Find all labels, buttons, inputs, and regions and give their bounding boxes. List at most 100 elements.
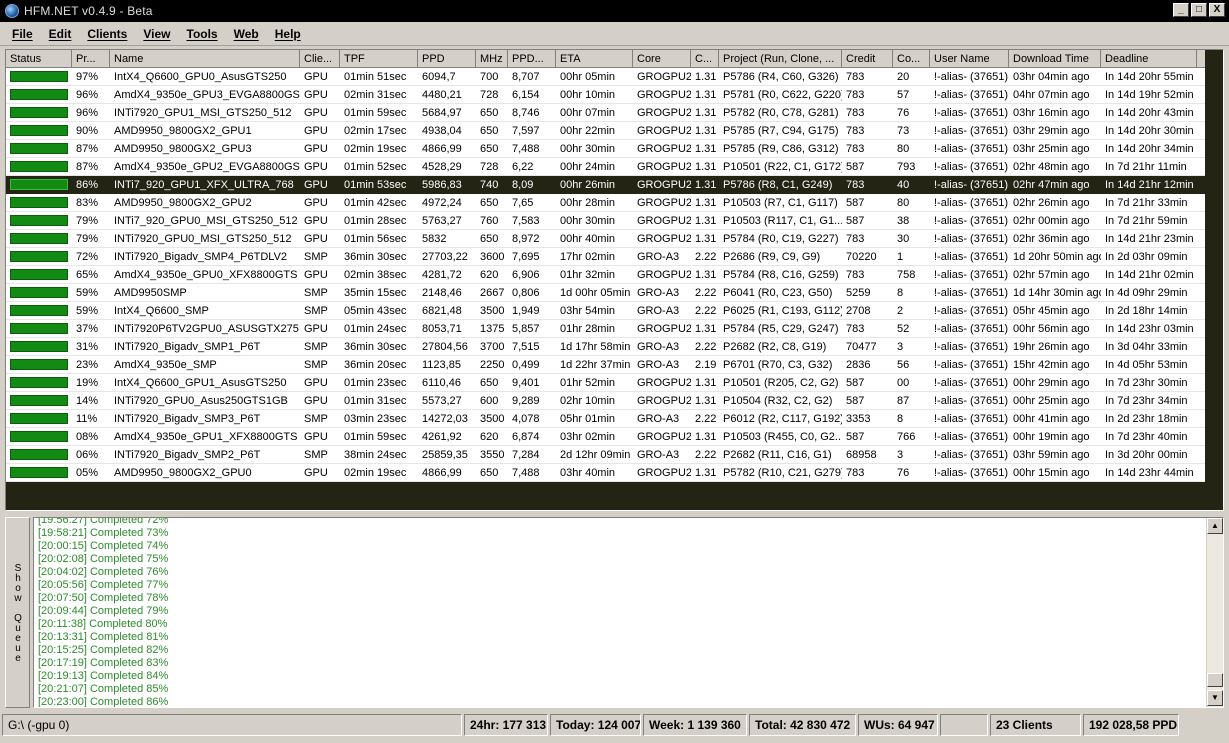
table-row[interactable]: 08% AmdX4_9350e_GPU1_XFX8800GTS GPU 01min 5…	[6, 428, 1205, 446]
table-row[interactable]: 59% AMD9950SMP SMP 35min 15sec 2148,46 2667 0,…	[6, 284, 1205, 302]
table-row[interactable]: 96% AmdX4_9350e_GPU3_EVGA8800GS GPU 02min 3…	[6, 86, 1205, 104]
title-bar: HFM.NET v0.4.9 - Beta _ □ X	[0, 0, 1229, 22]
project-cell: P10503 (R117, C1, G1...	[723, 215, 842, 227]
completed-cell: 766	[897, 431, 916, 443]
user-name-cell: !-alias- (37651)	[934, 233, 1008, 245]
table-row[interactable]: 23% AmdX4_9350e_SMP SMP 36min 20sec 1123,85 2…	[6, 356, 1205, 374]
header-tpf[interactable]: TPF	[340, 50, 418, 68]
header-user-name[interactable]: User Name	[930, 50, 1009, 68]
table-row[interactable]: 31% INTi7920_Bigadv_SMP1_P6T SMP 36min 30se…	[6, 338, 1205, 356]
menu-edit[interactable]: Edit	[49, 27, 72, 41]
name-cell: INTi7_920_GPU0_MSI_GTS250_512	[114, 215, 298, 227]
show-queue-button[interactable]: Show Queue	[5, 517, 30, 708]
core-cell: GRO-A3	[637, 305, 680, 317]
header-eta[interactable]: ETA	[556, 50, 633, 68]
table-row[interactable]: 19% IntX4_Q6600_GPU1_AsusGTS250 GPU 01min 2…	[6, 374, 1205, 392]
menu-tools[interactable]: Tools	[187, 27, 218, 41]
status-cell	[6, 374, 72, 391]
show-queue-label: Show Queue	[12, 562, 24, 663]
table-row[interactable]: 72% INTi7920_Bigadv_SMP4_P6TDLV2 SMP 36min …	[6, 248, 1205, 266]
completed-cell: 2	[897, 305, 904, 317]
client-type-cell: GPU	[304, 395, 328, 407]
ppd-mhz-cell: 7,65	[512, 197, 534, 209]
core-cell: GRO-A3	[637, 287, 680, 299]
core-cell: GROGPU2	[637, 161, 691, 173]
table-row[interactable]: 11% INTi7920_Bigadv_SMP3_P6T SMP 03min 23se…	[6, 410, 1205, 428]
ppd-mhz-cell: 6,906	[512, 269, 540, 281]
ppd-mhz-cell: 8,972	[512, 233, 540, 245]
menu-bar: File Edit Clients View Tools Web Help	[0, 22, 1229, 46]
ppd-cell: 4972,24	[422, 197, 462, 209]
table-row[interactable]: 79% INTi7_920_GPU0_MSI_GTS250_512 GPU 01min…	[6, 212, 1205, 230]
download-time-cell: 03hr 16min ago	[1013, 107, 1090, 119]
header-core-version[interactable]: C...	[691, 50, 719, 68]
status-cell	[6, 302, 72, 319]
header-core[interactable]: Core	[633, 50, 691, 68]
close-button[interactable]: X	[1209, 3, 1225, 17]
progress-cell: 79%	[76, 215, 99, 227]
header-client-type[interactable]: Clie...	[300, 50, 340, 68]
header-status[interactable]: Status	[6, 50, 72, 68]
table-row[interactable]: 37% INTi7920P6TV2GPU0_ASUSGTX275 GPU 01min …	[6, 320, 1205, 338]
table-row[interactable]: 79% INTi7920_GPU0_MSI_GTS250_512 GPU 01min …	[6, 230, 1205, 248]
header-mhz[interactable]: MHz	[476, 50, 508, 68]
menu-web[interactable]: Web	[234, 27, 259, 41]
ppd-cell: 6110,46	[422, 377, 461, 389]
scroll-down-icon[interactable]: ▼	[1207, 690, 1223, 706]
core-cell: GRO-A3	[637, 251, 680, 263]
status-running-icon	[10, 197, 68, 208]
progress-cell: 11%	[76, 413, 98, 425]
download-time-cell: 1d 20hr 50min ago	[1013, 251, 1101, 263]
project-cell: P10501 (R205, C2, G2)	[723, 377, 839, 389]
credit-cell: 2708	[846, 305, 871, 317]
table-row[interactable]: 86% INTi7_920_GPU1_XFX_ULTRA_768 GPU 01min …	[6, 176, 1205, 194]
download-time-cell: 1d 14hr 30min ago	[1013, 287, 1101, 299]
header-deadline[interactable]: Deadline	[1101, 50, 1197, 68]
table-row[interactable]: 65% AmdX4_9350e_GPU0_XFX8800GTS GPU 02min 3…	[6, 266, 1205, 284]
table-row[interactable]: 87% AmdX4_9350e_GPU2_EVGA8800GS GPU 01min 5…	[6, 158, 1205, 176]
project-cell: P5785 (R7, C94, G175)	[723, 125, 839, 137]
core-cell: GRO-A3	[637, 359, 680, 371]
header-project[interactable]: Project (Run, Clone, ...	[719, 50, 842, 68]
log-line: [20:09:44] Completed 79%	[38, 605, 169, 617]
mhz-cell: 650	[480, 107, 499, 119]
menu-view[interactable]: View	[143, 27, 170, 41]
menu-help[interactable]: Help	[275, 27, 301, 41]
status-running-icon	[10, 413, 68, 424]
log-scrollbar[interactable]: ▲ ▼	[1206, 518, 1223, 707]
table-row[interactable]: 14% INTi7920_GPU0_Asus250GTS1GB GPU 01min 3…	[6, 392, 1205, 410]
header-ppd-mhz[interactable]: PPD...	[508, 50, 556, 68]
ppd-mhz-cell: 7,488	[512, 143, 540, 155]
menu-clients[interactable]: Clients	[87, 27, 127, 41]
menu-file[interactable]: File	[12, 27, 33, 41]
table-row[interactable]: 97% IntX4_Q6600_GPU0_AsusGTS250 GPU 01min 5…	[6, 68, 1205, 86]
scroll-up-icon[interactable]: ▲	[1207, 518, 1223, 534]
eta-cell: 01hr 52min	[560, 377, 616, 389]
ppd-cell: 5986,83	[422, 179, 462, 191]
header-name[interactable]: Name	[110, 50, 300, 68]
table-row[interactable]: 83% AMD9950_9800GX2_GPU2 GPU 01min 42sec 497…	[6, 194, 1205, 212]
download-time-cell: 04hr 07min ago	[1013, 89, 1090, 101]
table-row[interactable]: 87% AMD9950_9800GX2_GPU3 GPU 02min 19sec 486…	[6, 140, 1205, 158]
table-row[interactable]: 05% AMD9950_9800GX2_GPU0 GPU 02min 19sec 486…	[6, 464, 1205, 482]
header-progress[interactable]: Pr...	[72, 50, 110, 68]
maximize-button[interactable]: □	[1191, 3, 1207, 17]
table-row[interactable]: 06% INTi7920_Bigadv_SMP2_P6T SMP 38min 24se…	[6, 446, 1205, 464]
credit-cell: 70220	[846, 251, 877, 263]
table-row[interactable]: 90% AMD9950_9800GX2_GPU1 GPU 02min 17sec 493…	[6, 122, 1205, 140]
scroll-thumb[interactable]	[1207, 673, 1223, 687]
table-row[interactable]: 96% INTi7920_GPU1_MSI_GTS250_512 GPU 01min …	[6, 104, 1205, 122]
user-name-cell: !-alias- (37651)	[934, 107, 1008, 119]
minimize-button[interactable]: _	[1173, 3, 1189, 17]
header-download-time[interactable]: Download Time	[1009, 50, 1101, 68]
ppd-cell: 4866,99	[422, 467, 462, 479]
header-ppd[interactable]: PPD	[418, 50, 476, 68]
table-row[interactable]: 59% IntX4_Q6600_SMP SMP 05min 43sec 6821,48 3…	[6, 302, 1205, 320]
splitter[interactable]	[0, 511, 1229, 516]
header-completed[interactable]: Co...	[893, 50, 930, 68]
header-credit[interactable]: Credit	[842, 50, 893, 68]
client-type-cell: GPU	[304, 431, 328, 443]
mhz-cell: 740	[480, 179, 499, 191]
status-blank	[940, 713, 988, 736]
name-cell: INTi7920_Bigadv_SMP2_P6T	[114, 449, 261, 461]
